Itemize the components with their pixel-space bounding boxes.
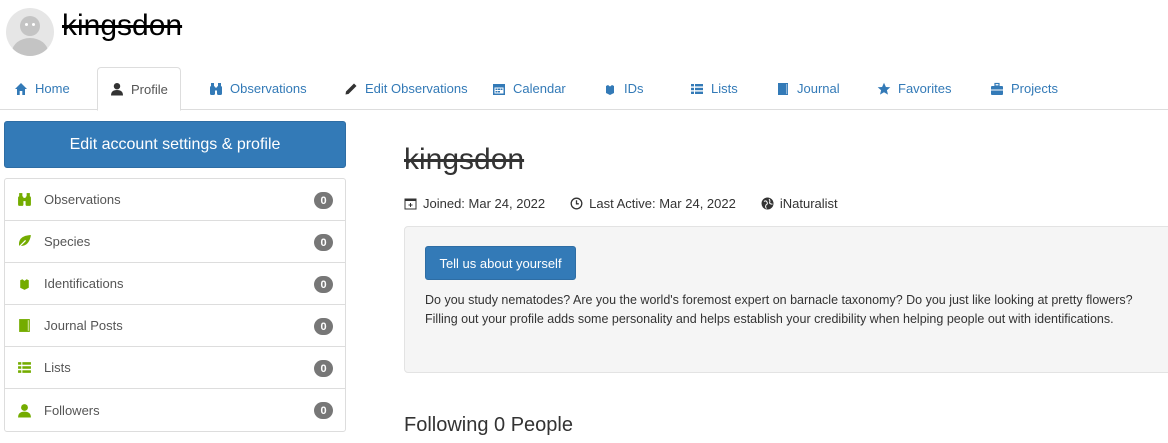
stat-lists[interactable]: Lists 0 [5, 347, 345, 389]
count-badge: 0 [314, 318, 333, 335]
stat-label: Observations [44, 192, 121, 207]
tab-favorites[interactable]: Favorites [877, 67, 951, 110]
identification-tag-icon [16, 276, 32, 292]
stat-label: Followers [44, 402, 100, 418]
pencil-icon [344, 82, 358, 96]
identification-tag-icon [603, 82, 617, 96]
user-icon [110, 82, 124, 96]
list-icon [690, 82, 704, 96]
stats-list: Observations 0 Species 0 Identifications… [4, 178, 346, 432]
about-prompt-panel: Tell us about yourself Do you study nema… [404, 226, 1168, 373]
stat-species[interactable]: Species 0 [5, 221, 345, 263]
joined-date: Joined: Mar 24, 2022 [404, 196, 545, 211]
stat-label: Journal Posts [44, 318, 123, 333]
stat-followers[interactable]: Followers 0 [5, 389, 345, 431]
book-icon [776, 82, 790, 96]
last-active: Last Active: Mar 24, 2022 [570, 196, 736, 211]
stat-label: Species [44, 234, 91, 249]
tab-observations[interactable]: Observations [209, 67, 307, 110]
star-icon [877, 82, 891, 96]
calendar-icon [492, 82, 506, 96]
tab-lists[interactable]: Lists [690, 67, 738, 110]
tab-journal[interactable]: Journal [776, 67, 840, 110]
tab-projects[interactable]: Projects [990, 67, 1058, 110]
page-title: kingsdon [62, 9, 183, 42]
tab-edit-observations[interactable]: Edit Observations [344, 67, 468, 110]
count-badge: 0 [314, 192, 333, 209]
book-icon [16, 318, 32, 334]
stat-observations[interactable]: Observations 0 [5, 179, 345, 221]
globe-icon [761, 197, 774, 210]
calendar-plus-icon [404, 197, 417, 210]
tab-calendar[interactable]: Calendar [492, 67, 566, 110]
home-icon [14, 82, 28, 96]
following-heading: Following 0 People [404, 414, 573, 436]
edit-account-button[interactable]: Edit account settings & profile [4, 121, 346, 168]
briefcase-icon [990, 82, 1004, 96]
count-badge: 0 [314, 360, 333, 377]
count-badge: 0 [314, 234, 333, 251]
stat-identifications[interactable]: Identifications 0 [5, 263, 345, 305]
stat-journal-posts[interactable]: Journal Posts 0 [5, 305, 345, 347]
clock-icon [570, 197, 583, 210]
binoculars-icon [16, 192, 32, 208]
count-badge: 0 [314, 402, 333, 419]
profile-username: kingsdon [404, 143, 525, 176]
tab-profile[interactable]: Profile [97, 67, 181, 111]
user-icon [16, 402, 32, 418]
profile-tabs: Home Profile Observations Edit Observati… [0, 67, 1168, 111]
site-name: iNaturalist [761, 196, 838, 211]
leaf-icon [16, 234, 32, 250]
list-icon [16, 360, 32, 376]
profile-header: kingsdon [0, 0, 1168, 64]
tell-us-about-yourself-button[interactable]: Tell us about yourself [425, 246, 576, 280]
stat-label: Lists [44, 360, 71, 375]
stat-label: Identifications [44, 276, 124, 291]
binoculars-icon [209, 82, 223, 96]
avatar [6, 8, 54, 56]
profile-meta: Joined: Mar 24, 2022 Last Active: Mar 24… [404, 196, 863, 211]
count-badge: 0 [314, 276, 333, 293]
tab-home[interactable]: Home [14, 67, 70, 110]
about-prompt-text: Do you study nematodes? Are you the worl… [425, 293, 1133, 326]
tab-ids[interactable]: IDs [603, 67, 644, 110]
